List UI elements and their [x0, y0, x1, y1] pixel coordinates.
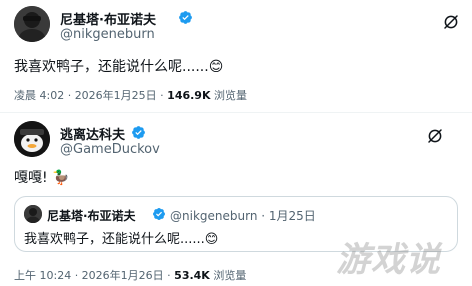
tweet-meta: 上午 10:24 · 2026年1月26日 · 53.4K 浏览量: [14, 267, 246, 283]
duck-icon: 🦆: [52, 170, 70, 186]
grok-icon[interactable]: [426, 127, 444, 145]
verified-badge-icon: [153, 208, 165, 220]
author-handle[interactable]: @nikgeneburn: [60, 27, 155, 42]
view-count: 53.4K: [174, 269, 210, 282]
view-label: 浏览量: [209, 269, 247, 282]
author-name[interactable]: 尼基塔·布亚诺夫: [60, 9, 156, 28]
author-handle[interactable]: @GameDuckov: [60, 142, 160, 157]
quoted-tweet-text: 我喜欢鸭子，还能说什么呢......😊: [24, 228, 218, 247]
tweet-text-content: 嘎嘎!: [14, 170, 53, 186]
view-label: 浏览量: [210, 89, 247, 102]
tweet-divider: [0, 112, 472, 113]
avatar-gameduckov[interactable]: [14, 121, 50, 157]
tweet-text: 我喜欢鸭子，还能说什么呢......😊: [14, 56, 223, 76]
smiling-face-icon: 😊: [204, 232, 219, 247]
quoted-text-content: 我喜欢鸭子，还能说什么呢......: [24, 232, 205, 247]
quoted-author-name[interactable]: 尼基塔·布亚诺夫: [47, 207, 136, 224]
tweet-timestamp[interactable]: 凌晨 4:02 · 2026年1月25日 ·: [14, 89, 167, 102]
avatar-nikita[interactable]: [14, 6, 50, 42]
tweet-timestamp[interactable]: 上午 10:24 · 2026年1月26日 ·: [14, 269, 174, 282]
smiling-face-icon: 😊: [208, 59, 224, 75]
view-count: 146.9K: [167, 89, 211, 102]
verified-badge-icon: [179, 11, 192, 24]
verified-badge-icon: [132, 126, 145, 139]
grok-icon[interactable]: [442, 13, 460, 31]
tweet-text: 嘎嘎! 🦆: [14, 167, 70, 187]
tweet-text-content: 我喜欢鸭子，还能说什么呢......: [14, 59, 209, 75]
author-name[interactable]: 逃离达科夫: [60, 124, 125, 143]
site-watermark: 游戏说: [336, 240, 441, 280]
quoted-handle-date[interactable]: @nikgeneburn · 1月25日: [170, 207, 316, 224]
quoted-avatar[interactable]: [24, 205, 42, 223]
tweet-meta: 凌晨 4:02 · 2026年1月25日 · 146.9K 浏览量: [14, 87, 247, 103]
